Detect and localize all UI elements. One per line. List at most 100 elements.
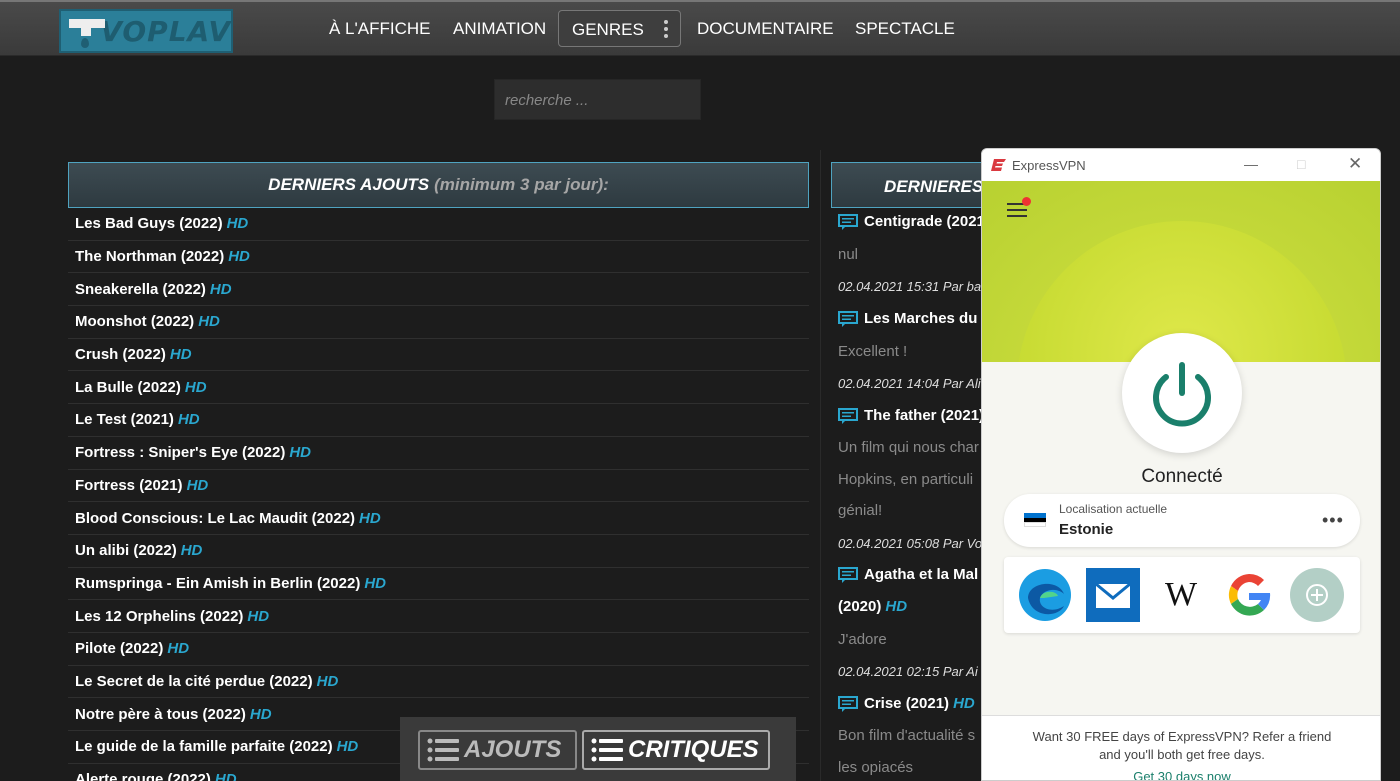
edge-icon[interactable] <box>1018 568 1072 622</box>
faucet-icon <box>69 11 105 51</box>
location-value: Estonie <box>1059 521 1114 538</box>
film-title: Un alibi (2022) <box>75 542 177 560</box>
film-row[interactable]: Les 12 Orphelins (2022) HD <box>68 600 809 633</box>
nav-item-documentaire[interactable]: DOCUMENTAIRE <box>697 19 834 39</box>
film-title: Alerte rouge (2022) <box>75 771 211 781</box>
location-selector[interactable]: Localisation actuelle Estonie ••• <box>1004 494 1360 547</box>
latest-heading: DERNIERS AJOUTS (minimum 3 par jour): <box>68 162 809 208</box>
film-row[interactable]: Crush (2022) HD <box>68 339 809 372</box>
review-title[interactable]: Centigrade (2021 <box>838 213 988 230</box>
review-title-cont[interactable]: (2020) HD <box>838 598 988 615</box>
hd-badge: HD <box>249 705 272 723</box>
film-row[interactable]: Blood Conscious: Le Lac Maudit (2022) HD <box>68 502 809 535</box>
review-title-text: (2020) <box>838 598 882 615</box>
film-row[interactable]: The Northman (2022) HD <box>68 241 809 274</box>
referral-text: Want 30 FREE days of ExpressVPN? Refer a… <box>1032 729 1332 762</box>
connection-status: Connecté <box>1141 466 1223 487</box>
location-label: Localisation actuelle <box>1059 502 1168 516</box>
review-title[interactable]: Les Marches du <box>838 310 988 327</box>
hd-badge: HD <box>209 280 232 298</box>
hd-badge: HD <box>289 444 311 462</box>
tab-ajouts[interactable]: AJOUTS <box>418 730 577 770</box>
hd-badge: HD <box>228 248 250 266</box>
hd-badge: HD <box>167 640 190 658</box>
close-icon[interactable]: ✕ <box>1348 154 1362 174</box>
nav-item-affiche[interactable]: À L'AFFICHE <box>329 19 431 39</box>
review-title-text: Crise (2021) <box>864 695 950 712</box>
review-item: Agatha et la Mal <box>838 566 988 583</box>
review-text: nul <box>838 246 859 263</box>
power-button[interactable] <box>1122 333 1242 453</box>
tab-ajouts-label: AJOUTS <box>464 736 562 763</box>
hd-badge: HD <box>359 509 381 527</box>
film-title: Le Secret de la cité perdue (2022) <box>75 672 313 690</box>
latest-heading-sub: (minimum 3 par jour): <box>434 175 609 194</box>
search-input[interactable]: recherche ... <box>494 79 701 120</box>
film-row[interactable]: Fortress (2021) HD <box>68 470 809 503</box>
logo-text: VOPLAV <box>100 14 231 48</box>
tab-critiques[interactable]: CRITIQUES <box>582 730 770 770</box>
nav-item-genres[interactable]: GENRES <box>558 10 681 47</box>
vpn-app-title: ExpressVPN <box>1012 157 1086 173</box>
film-row[interactable]: Rumspringa - Ein Amish in Berlin (2022) H… <box>68 568 809 601</box>
list-icon <box>591 738 623 762</box>
review-title[interactable]: Agatha et la Mal <box>838 566 988 583</box>
review-text: Bon film d'actualité s <box>838 727 976 744</box>
referral-banner: Want 30 FREE days of ExpressVPN? Refer a… <box>982 715 1380 780</box>
google-icon[interactable] <box>1222 568 1276 622</box>
film-title: Fortress (2021) <box>75 476 183 494</box>
film-row[interactable]: Les Bad Guys (2022) HD <box>68 208 809 241</box>
film-title: Le Test (2021) <box>75 411 174 429</box>
mail-icon[interactable] <box>1086 568 1140 622</box>
chat-icon <box>838 407 858 424</box>
film-title: Notre père à tous (2022) <box>75 705 246 723</box>
nav-item-animation[interactable]: ANIMATION <box>453 19 546 39</box>
referral-link[interactable]: Get 30 days now <box>982 768 1380 780</box>
film-row[interactable]: Pilote (2022) HD <box>68 633 809 666</box>
notification-dot <box>1022 197 1031 206</box>
film-row[interactable]: Le Secret de la cité perdue (2022) HD <box>68 666 809 699</box>
review-item: Les Marches du <box>838 310 988 327</box>
review-item: Centigrade (2021 <box>838 213 988 230</box>
more-options-icon[interactable]: ••• <box>1322 510 1344 531</box>
column-divider <box>820 150 821 781</box>
film-title: Blood Conscious: Le Lac Maudit (2022) <box>75 509 356 527</box>
site-logo[interactable]: VOPLAV <box>59 9 233 53</box>
review-item: Crise (2021) HD <box>838 695 988 712</box>
film-title: Les Bad Guys (2022) <box>75 215 223 233</box>
chat-icon <box>838 213 858 230</box>
review-meta: 02.04.2021 02:15 Par Ai <box>838 664 978 679</box>
vpn-titlebar[interactable]: ExpressVPN — □ ✕ <box>982 149 1380 181</box>
hd-badge: HD <box>336 738 359 756</box>
film-row[interactable]: Le Test (2021) HD <box>68 404 809 437</box>
review-text: génial! <box>838 502 883 519</box>
review-title[interactable]: The father (2021) <box>838 407 988 424</box>
review-title-text: Les Marches du <box>864 310 978 327</box>
add-shortcut-icon[interactable] <box>1290 568 1344 622</box>
hd-badge: HD <box>198 313 220 331</box>
latest-heading-title: DERNIERS AJOUTS <box>268 175 430 194</box>
minimize-icon[interactable]: — <box>1244 156 1258 172</box>
film-row[interactable]: Sneakerella (2022) HD <box>68 273 809 307</box>
wikipedia-icon[interactable]: W <box>1154 568 1208 622</box>
reviews-heading: DERNIERES <box>831 162 991 208</box>
review-title[interactable]: Crise (2021) HD <box>838 695 988 712</box>
more-vertical-icon <box>663 20 669 38</box>
film-title: Fortress : Sniper's Eye (2022) <box>75 444 286 462</box>
film-title: Les 12 Orphelins (2022) <box>75 607 244 625</box>
maximize-icon[interactable]: □ <box>1297 156 1305 172</box>
film-row[interactable]: Fortress : Sniper's Eye (2022) HD <box>68 437 809 470</box>
hd-badge: HD <box>214 771 237 781</box>
nav-item-spectacle[interactable]: SPECTACLE <box>855 19 955 39</box>
film-row[interactable]: Moonshot (2022) HD <box>68 306 809 339</box>
hd-badge: HD <box>169 346 192 364</box>
film-row[interactable]: La Bulle (2022) HD <box>68 371 809 405</box>
hd-badge: HD <box>953 695 975 712</box>
film-title: Crush (2022) <box>75 346 166 364</box>
vpn-hero: Connecté <box>982 181 1380 511</box>
hd-badge: HD <box>180 542 203 560</box>
film-row[interactable]: Un alibi (2022) HD <box>68 535 809 568</box>
hd-badge: HD <box>226 215 249 233</box>
film-title: Moonshot (2022) <box>75 313 195 331</box>
film-title: Rumspringa - Ein Amish in Berlin (2022) <box>75 574 361 592</box>
